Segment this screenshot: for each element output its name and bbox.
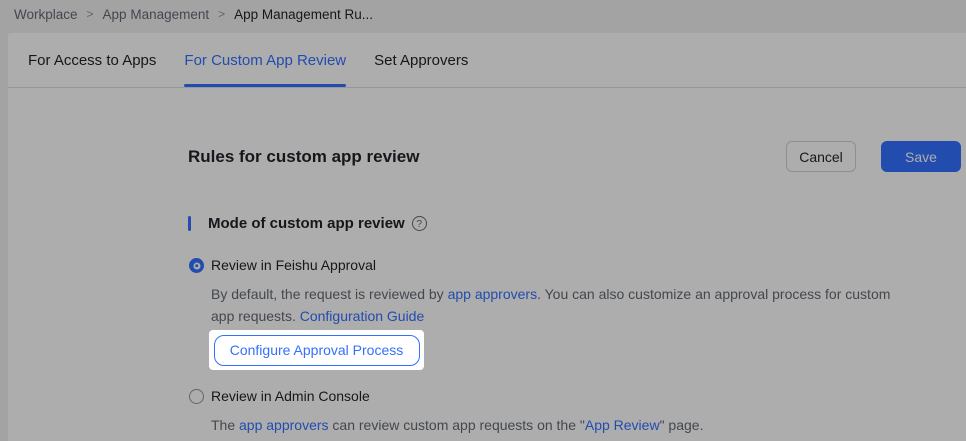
feishu-approval-description: By default, the request is reviewed by a…: [211, 283, 935, 327]
app-approvers-link[interactable]: app approvers: [448, 286, 538, 302]
section-accent-bar: [188, 216, 191, 231]
section-title: Mode of custom app review: [208, 215, 405, 232]
description-text: By default, the request is reviewed by: [211, 286, 448, 302]
description-text: can review custom app requests on the ": [328, 417, 585, 433]
description-text: " page.: [659, 417, 704, 433]
radio-label-review-in-feishu-approval[interactable]: Review in Feishu Approval: [211, 257, 376, 273]
tab-for-custom-app-review[interactable]: For Custom App Review: [184, 33, 346, 87]
tab-set-approvers[interactable]: Set Approvers: [374, 33, 468, 87]
breadcrumb-separator-icon: >: [86, 7, 94, 21]
description-text: The: [211, 417, 240, 433]
section-header: Mode of custom app review ?: [188, 215, 427, 232]
app-approvers-link[interactable]: app approvers: [239, 417, 329, 433]
admin-console-description: The app approvers can review custom app …: [211, 414, 935, 436]
app-review-page-link[interactable]: App Review: [585, 417, 660, 433]
tab-for-access-to-apps[interactable]: For Access to Apps: [28, 33, 156, 87]
breadcrumb-app-management[interactable]: App Management: [103, 7, 210, 22]
description-text: app requests.: [211, 308, 300, 324]
page-title: Rules for custom app review: [188, 147, 420, 166]
description-text: . You can also customize an approval pro…: [537, 286, 891, 302]
breadcrumb-workplace[interactable]: Workplace: [14, 7, 78, 22]
radio-review-in-admin-console[interactable]: [189, 389, 204, 404]
configure-approval-process-button[interactable]: Configure Approval Process: [213, 334, 420, 366]
radio-review-in-feishu-approval[interactable]: [189, 258, 204, 273]
app-management-page: Workplace > App Management > App Managem…: [0, 0, 966, 441]
tour-highlight-box: Configure Approval Process: [209, 330, 424, 370]
cancel-button[interactable]: Cancel: [786, 141, 856, 172]
help-icon[interactable]: ?: [411, 216, 427, 231]
breadcrumb-current-page: App Management Ru...: [234, 6, 373, 22]
breadcrumb: Workplace > App Management > App Managem…: [0, 0, 966, 28]
content-card: [8, 33, 966, 441]
save-button[interactable]: Save: [881, 141, 961, 172]
breadcrumb-separator-icon: >: [218, 7, 226, 21]
tab-bar: For Access to Apps For Custom App Review…: [8, 33, 966, 88]
radio-label-review-in-admin-console[interactable]: Review in Admin Console: [211, 388, 370, 404]
configuration-guide-link[interactable]: Configuration Guide: [300, 308, 425, 324]
